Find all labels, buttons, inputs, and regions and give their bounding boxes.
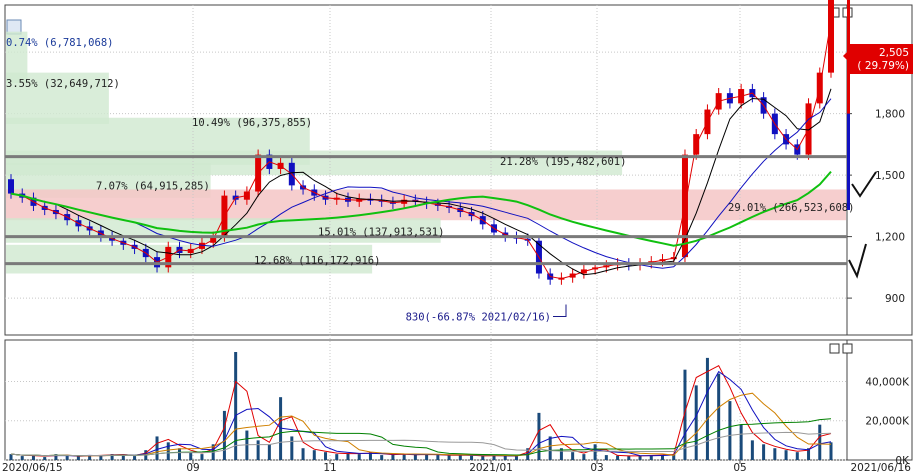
price-tick-label: 1,200: [875, 232, 905, 244]
volume-profile-label: 12.68% (116,172,916): [254, 255, 380, 267]
volume-bar: [717, 373, 721, 460]
volume-bar: [694, 385, 698, 460]
volume-profile-label: 29.01% (266,523,608): [728, 202, 854, 214]
date-tick-label: 2020/06/15: [2, 462, 63, 474]
volume-profile-label: 15.01% (137,913,531): [318, 226, 444, 238]
volume-bar: [514, 456, 518, 460]
volume-bar: [436, 455, 440, 460]
volume-pane: [4, 339, 848, 461]
volume-bar: [470, 455, 474, 460]
current-price-change: ( 29.79%): [857, 60, 909, 72]
candle: [8, 179, 14, 194]
volume-bar: [705, 357, 709, 460]
volume-bar: [604, 455, 608, 460]
volume-bar: [447, 455, 451, 460]
current-price-value: 2,505: [879, 47, 909, 59]
volume-bar: [548, 436, 552, 460]
volume-bar: [43, 457, 47, 460]
volume-bar: [133, 456, 137, 460]
volume-bar: [200, 454, 204, 460]
volume-profile-label: 7.07% (64,915,285): [96, 180, 210, 192]
volume-axis-area: [846, 339, 913, 461]
restore-icon: [829, 343, 840, 354]
price-tick-label: 1,500: [875, 170, 905, 182]
date-tick-label: 2021/06/16: [850, 462, 911, 474]
volume-bar: [357, 454, 361, 460]
volume-profile-band: [6, 189, 846, 221]
volume-bar: [380, 455, 384, 460]
volume-bar: [234, 352, 238, 460]
volume-bar: [829, 442, 833, 460]
volume-bar: [256, 440, 260, 460]
volume-bar: [177, 448, 181, 460]
volume-bar: [290, 436, 294, 460]
volume-bar: [773, 448, 777, 460]
volume-tick-label: 40,000K: [865, 376, 910, 388]
volume-bar: [582, 454, 586, 460]
volume-bar: [627, 456, 631, 460]
close-icon: [842, 343, 853, 354]
volume-bar: [267, 444, 271, 460]
volume-bar: [335, 454, 339, 460]
volume-bar: [593, 444, 597, 460]
volume-bar: [402, 454, 406, 460]
volume-bar: [750, 440, 754, 460]
volume-profile-label: 0.74% (6,781,068): [6, 37, 113, 49]
volume-bar: [301, 448, 305, 460]
volume-bar: [20, 456, 24, 460]
volume-bar: [728, 401, 732, 460]
volume-profile-label: 21.28% (195,482,601): [500, 156, 626, 168]
volume-bar: [616, 455, 620, 460]
price-tick-label: 900: [885, 293, 905, 305]
volume-bar: [795, 452, 799, 460]
volume-bar: [537, 412, 541, 460]
volume-bar: [189, 452, 193, 460]
volume-bar: [9, 454, 13, 460]
volume-bar: [222, 410, 226, 460]
low-annotation: 830(-66.87% 2021/02/16): [406, 311, 551, 323]
volume-bar: [503, 455, 507, 460]
volume-bar: [346, 453, 350, 460]
volume-bar: [818, 424, 822, 460]
volume-bar: [413, 454, 417, 460]
volume-bar: [324, 452, 328, 460]
volume-bar: [155, 436, 159, 460]
volume-bar: [458, 454, 462, 460]
volume-bar: [99, 455, 103, 460]
volume-profile-label: 10.49% (96,375,855): [192, 117, 312, 129]
volume-bar: [481, 456, 485, 460]
volume-bar: [739, 424, 743, 460]
price-tick-label: 1,800: [875, 109, 905, 121]
volume-bar: [166, 442, 170, 460]
volume-bar: [312, 450, 316, 460]
volume-bar: [65, 456, 69, 460]
volume-tick-label: 20,000K: [865, 416, 910, 428]
price-range-bar: [847, 113, 850, 210]
volume-bar: [762, 444, 766, 460]
volume-bar: [784, 450, 788, 460]
stock-chart: 대거래물(10)에이치엘비파워52060120 거래량5102060120 90…: [2, 0, 913, 474]
volume-bar: [76, 456, 80, 460]
volume-profile-label: 3.55% (32,649,712): [6, 78, 120, 90]
volume-bar: [571, 452, 575, 460]
